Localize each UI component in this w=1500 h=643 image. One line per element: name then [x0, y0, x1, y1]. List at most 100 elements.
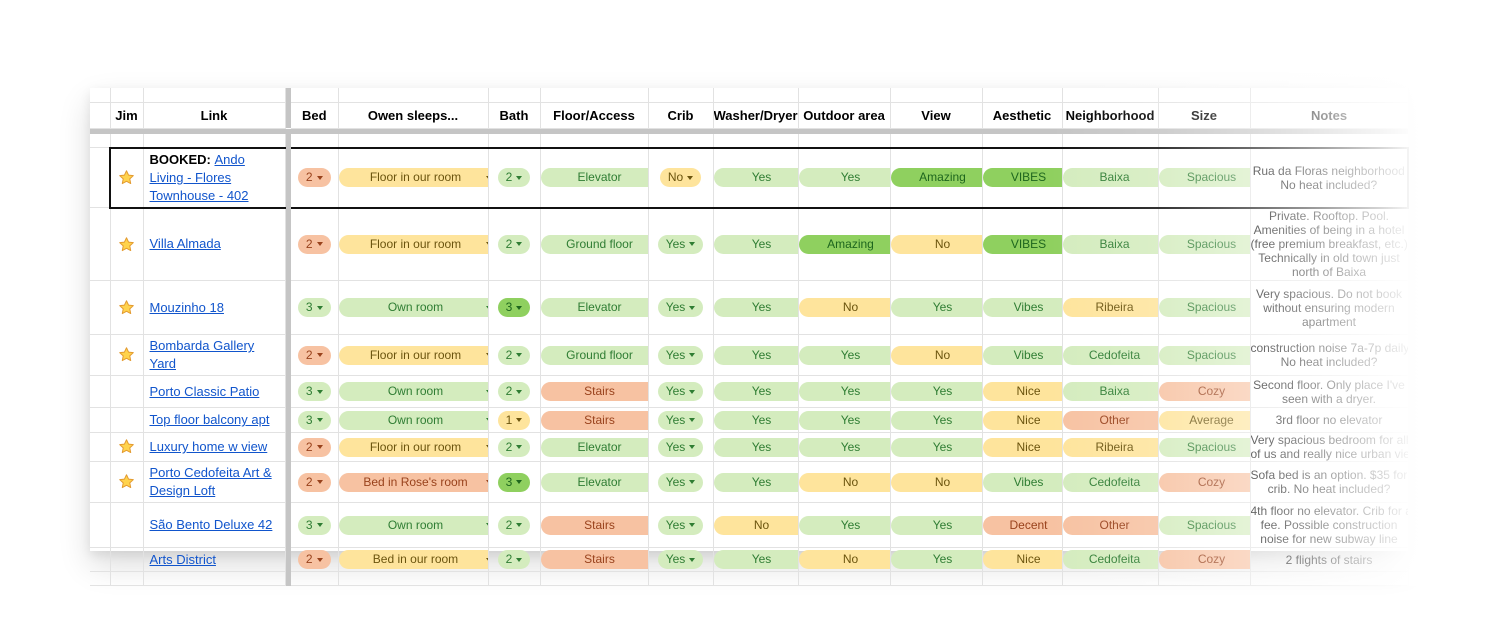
floor-cell[interactable]: Elevator [540, 433, 648, 462]
column-header-size[interactable]: Size [1158, 102, 1250, 128]
favorite-star-cell[interactable] [110, 281, 143, 335]
favorite-star-cell[interactable] [110, 548, 143, 572]
outdoor-dropdown-chip[interactable]: Yes [799, 346, 891, 365]
outdoor-cell[interactable]: Yes [798, 503, 890, 548]
bath-cell[interactable]: 2 [488, 335, 540, 376]
bath-cell[interactable]: 3 [488, 281, 540, 335]
wd-cell[interactable]: Yes [713, 281, 798, 335]
bath-dropdown-chip[interactable]: 2 [498, 516, 531, 535]
wd-dropdown-chip[interactable]: Yes [714, 473, 799, 492]
size-dropdown-chip[interactable]: Spacious [1159, 516, 1251, 535]
aesthetic-dropdown-chip[interactable]: Vibes [983, 473, 1063, 492]
listing-link[interactable]: Top floor balcony apt [150, 412, 270, 427]
view-cell[interactable]: Yes [890, 433, 982, 462]
favorite-star-cell[interactable] [110, 376, 143, 408]
view-cell[interactable]: Yes [890, 281, 982, 335]
bath-cell[interactable]: 2 [488, 376, 540, 408]
bed-cell[interactable]: 3 [291, 281, 338, 335]
neighborhood-cell[interactable]: Baixa [1062, 376, 1158, 408]
neighborhood-cell[interactable]: Other [1062, 408, 1158, 433]
favorite-star-cell[interactable] [110, 462, 143, 503]
bed-dropdown-chip[interactable]: 2 [298, 168, 331, 187]
size-cell[interactable]: Cozy [1158, 462, 1250, 503]
neighborhood-cell[interactable]: Other [1062, 503, 1158, 548]
listing-link[interactable]: Arts District [150, 552, 216, 567]
view-cell[interactable]: No [890, 208, 982, 281]
favorite-star-cell[interactable] [110, 208, 143, 281]
size-cell[interactable]: Spacious [1158, 148, 1250, 208]
size-dropdown-chip[interactable]: Cozy [1159, 473, 1251, 492]
listing-link[interactable]: Porto Classic Patio [150, 384, 260, 399]
size-cell[interactable]: Spacious [1158, 281, 1250, 335]
listing-link[interactable]: Mouzinho 18 [150, 300, 224, 315]
wd-dropdown-chip[interactable]: Yes [714, 298, 799, 317]
favorite-star-cell[interactable] [110, 148, 143, 208]
neighborhood-cell[interactable]: Baixa [1062, 148, 1158, 208]
bed-dropdown-chip[interactable]: 3 [298, 382, 331, 401]
crib-cell[interactable]: Yes [648, 548, 713, 572]
wd-dropdown-chip[interactable]: Yes [714, 411, 799, 430]
wd-cell[interactable]: Yes [713, 335, 798, 376]
aesthetic-dropdown-chip[interactable]: Vibes [983, 346, 1063, 365]
wd-dropdown-chip[interactable]: Yes [714, 438, 799, 457]
view-dropdown-chip[interactable]: Yes [891, 382, 983, 401]
crib-dropdown-chip[interactable]: Yes [658, 411, 704, 430]
column-header-owen[interactable]: Owen sleeps... [338, 102, 488, 128]
bath-dropdown-chip[interactable]: 2 [498, 235, 531, 254]
size-dropdown-chip[interactable]: Spacious [1159, 235, 1251, 254]
outdoor-cell[interactable]: No [798, 548, 890, 572]
size-dropdown-chip[interactable]: Cozy [1159, 382, 1251, 401]
outdoor-cell[interactable]: Yes [798, 408, 890, 433]
column-header-aesthetic[interactable]: Aesthetic [982, 102, 1062, 128]
bath-cell[interactable]: 3 [488, 462, 540, 503]
bath-dropdown-chip[interactable]: 2 [498, 168, 531, 187]
view-cell[interactable]: Amazing [890, 148, 982, 208]
owen-dropdown-chip[interactable]: Own room [339, 411, 489, 430]
crib-dropdown-chip[interactable]: Yes [658, 473, 704, 492]
crib-dropdown-chip[interactable]: Yes [658, 298, 704, 317]
aesthetic-cell[interactable]: Nice [982, 548, 1062, 572]
size-dropdown-chip[interactable]: Cozy [1159, 550, 1251, 569]
size-cell[interactable]: Cozy [1158, 548, 1250, 572]
crib-cell[interactable]: Yes [648, 335, 713, 376]
outdoor-cell[interactable]: Yes [798, 433, 890, 462]
owen-cell[interactable]: Own room [338, 503, 488, 548]
owen-dropdown-chip[interactable]: Bed in Rose's room [339, 473, 489, 492]
aesthetic-dropdown-chip[interactable]: Nice [983, 550, 1063, 569]
size-dropdown-chip[interactable]: Spacious [1159, 298, 1251, 317]
bed-cell[interactable]: 3 [291, 376, 338, 408]
outdoor-cell[interactable]: Yes [798, 335, 890, 376]
notes-cell[interactable]: 4th floor no elevator. Crib for afee. Po… [1250, 503, 1408, 548]
notes-cell[interactable]: Second floor. Only place I'veseen with a… [1250, 376, 1408, 408]
bed-dropdown-chip[interactable]: 2 [298, 346, 331, 365]
outdoor-dropdown-chip[interactable]: Yes [799, 516, 891, 535]
bed-cell[interactable]: 2 [291, 335, 338, 376]
bed-cell[interactable]: 2 [291, 548, 338, 572]
bath-dropdown-chip[interactable]: 3 [498, 473, 531, 492]
floor-dropdown-chip[interactable]: Elevator [541, 168, 649, 187]
bed-cell[interactable]: 3 [291, 408, 338, 433]
owen-cell[interactable]: Floor in our room [338, 335, 488, 376]
neighborhood-dropdown-chip[interactable]: Cedofeita [1063, 550, 1159, 569]
bath-cell[interactable]: 2 [488, 148, 540, 208]
favorite-star-cell[interactable] [110, 433, 143, 462]
floor-cell[interactable]: Elevator [540, 462, 648, 503]
neighborhood-cell[interactable]: Cedofeita [1062, 335, 1158, 376]
crib-cell[interactable]: Yes [648, 503, 713, 548]
listing-link[interactable]: Bombarda Gallery Yard [150, 338, 255, 371]
crib-cell[interactable]: Yes [648, 462, 713, 503]
owen-dropdown-chip[interactable]: Own room [339, 516, 489, 535]
owen-dropdown-chip[interactable]: Floor in our room [339, 438, 489, 457]
owen-dropdown-chip[interactable]: Own room [339, 382, 489, 401]
outdoor-dropdown-chip[interactable]: Yes [799, 382, 891, 401]
wd-cell[interactable]: Yes [713, 148, 798, 208]
listing-link[interactable]: Villa Almada [150, 236, 221, 251]
column-header-neighborhood[interactable]: Neighborhood [1062, 102, 1158, 128]
bath-dropdown-chip[interactable]: 1 [498, 411, 531, 430]
outdoor-dropdown-chip[interactable]: Yes [799, 411, 891, 430]
owen-cell[interactable]: Bed in our room [338, 548, 488, 572]
neighborhood-cell[interactable]: Cedofeita [1062, 462, 1158, 503]
view-cell[interactable]: Yes [890, 376, 982, 408]
floor-dropdown-chip[interactable]: Ground floor [541, 346, 649, 365]
outdoor-cell[interactable]: Amazing [798, 208, 890, 281]
